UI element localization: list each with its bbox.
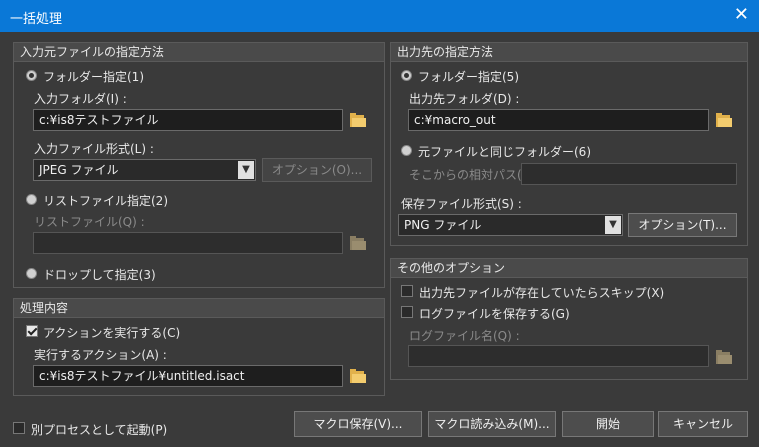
process-group-title: 処理内容 bbox=[14, 299, 384, 318]
browse-output-folder-icon[interactable] bbox=[716, 113, 732, 127]
input-format-select[interactable]: JPEG ファイル ▼ bbox=[33, 159, 256, 181]
browse-log-file-icon[interactable] bbox=[716, 350, 732, 364]
skip-existing-checkbox[interactable] bbox=[401, 285, 413, 297]
list-radio-2-label: リストファイル指定(2) bbox=[43, 194, 168, 208]
output-options-button[interactable]: オプション(T)... bbox=[628, 213, 737, 237]
process-group: 処理内容 アクションを実行する(C) 実行するアクション(A) : c:¥is8… bbox=[13, 298, 385, 396]
output-folder-label: 出力先フォルダ(D) : bbox=[409, 92, 520, 106]
save-format-value: PNG ファイル bbox=[404, 218, 482, 232]
input-format-value: JPEG ファイル bbox=[39, 163, 119, 177]
log-name-field[interactable] bbox=[408, 345, 709, 367]
log-name-label: ログファイル名(Q) : bbox=[409, 329, 520, 343]
output-folder-field[interactable]: c:¥macro_out bbox=[408, 109, 709, 131]
same-folder-radio-6-label: 元ファイルと同じフォルダー(6) bbox=[418, 145, 591, 159]
start-button[interactable]: 開始 bbox=[562, 411, 654, 437]
input-folder-field[interactable]: c:¥is8テストファイル bbox=[33, 109, 343, 131]
close-icon[interactable]: ✕ bbox=[734, 4, 749, 25]
window-title: 一括処理 bbox=[10, 12, 63, 27]
list-file-field[interactable] bbox=[33, 232, 343, 254]
save-format-label: 保存ファイル形式(S) : bbox=[401, 197, 522, 211]
browse-list-file-icon[interactable] bbox=[350, 236, 366, 250]
save-log-label: ログファイルを保存する(G) bbox=[419, 307, 570, 321]
input-source-group: 入力元ファイルの指定方法 フォルダー指定(1) 入力フォルダ(I) : c:¥i… bbox=[13, 42, 385, 288]
relative-path-field[interactable] bbox=[521, 163, 737, 185]
run-action-checkbox[interactable] bbox=[26, 325, 38, 337]
run-action-label: アクションを実行する(C) bbox=[43, 326, 181, 340]
title-bar: 一括処理 ✕ bbox=[0, 0, 759, 32]
drop-radio-3-label: ドロップして指定(3) bbox=[43, 268, 156, 282]
separate-process-checkbox[interactable] bbox=[13, 422, 25, 434]
browse-action-icon[interactable] bbox=[350, 369, 366, 383]
input-folder-label: 入力フォルダ(I) : bbox=[34, 92, 127, 106]
save-macro-button[interactable]: マクロ保存(V)... bbox=[294, 411, 422, 437]
skip-existing-label: 出力先ファイルが存在していたらスキップ(X) bbox=[419, 286, 665, 300]
output-destination-group: 出力先の指定方法 フォルダー指定(5) 出力先フォルダ(D) : c:¥macr… bbox=[390, 42, 748, 246]
drop-radio-3[interactable] bbox=[26, 268, 37, 279]
folder-radio-5-label: フォルダー指定(5) bbox=[418, 70, 519, 84]
other-options-group: その他のオプション 出力先ファイルが存在していたらスキップ(X) ログファイルを… bbox=[390, 258, 748, 380]
input-source-group-title: 入力元ファイルの指定方法 bbox=[14, 43, 384, 62]
separate-process-label: 別プロセスとして起動(P) bbox=[31, 423, 168, 437]
cancel-button[interactable]: キャンセル bbox=[658, 411, 748, 437]
other-options-group-title: その他のオプション bbox=[391, 259, 747, 278]
folder-radio-1-label: フォルダー指定(1) bbox=[43, 70, 144, 84]
same-folder-radio-6[interactable] bbox=[401, 145, 412, 156]
output-destination-group-title: 出力先の指定方法 bbox=[391, 43, 747, 62]
save-log-checkbox[interactable] bbox=[401, 306, 413, 318]
folder-radio-5[interactable] bbox=[401, 70, 412, 81]
list-file-label: リストファイル(Q) : bbox=[34, 215, 145, 229]
save-format-select[interactable]: PNG ファイル ▼ bbox=[398, 214, 623, 236]
action-field[interactable]: c:¥is8テストファイル¥untitled.isact bbox=[33, 365, 343, 387]
chevron-down-icon[interactable]: ▼ bbox=[605, 216, 621, 234]
action-label: 実行するアクション(A) : bbox=[34, 348, 167, 362]
chevron-down-icon[interactable]: ▼ bbox=[238, 161, 254, 179]
folder-radio-1[interactable] bbox=[26, 70, 37, 81]
input-format-label: 入力ファイル形式(L) : bbox=[34, 142, 154, 156]
input-options-button[interactable]: オプション(O)... bbox=[262, 158, 372, 182]
browse-input-folder-icon[interactable] bbox=[350, 113, 366, 127]
load-macro-button[interactable]: マクロ読み込み(M)... bbox=[428, 411, 556, 437]
list-radio-2[interactable] bbox=[26, 194, 37, 205]
